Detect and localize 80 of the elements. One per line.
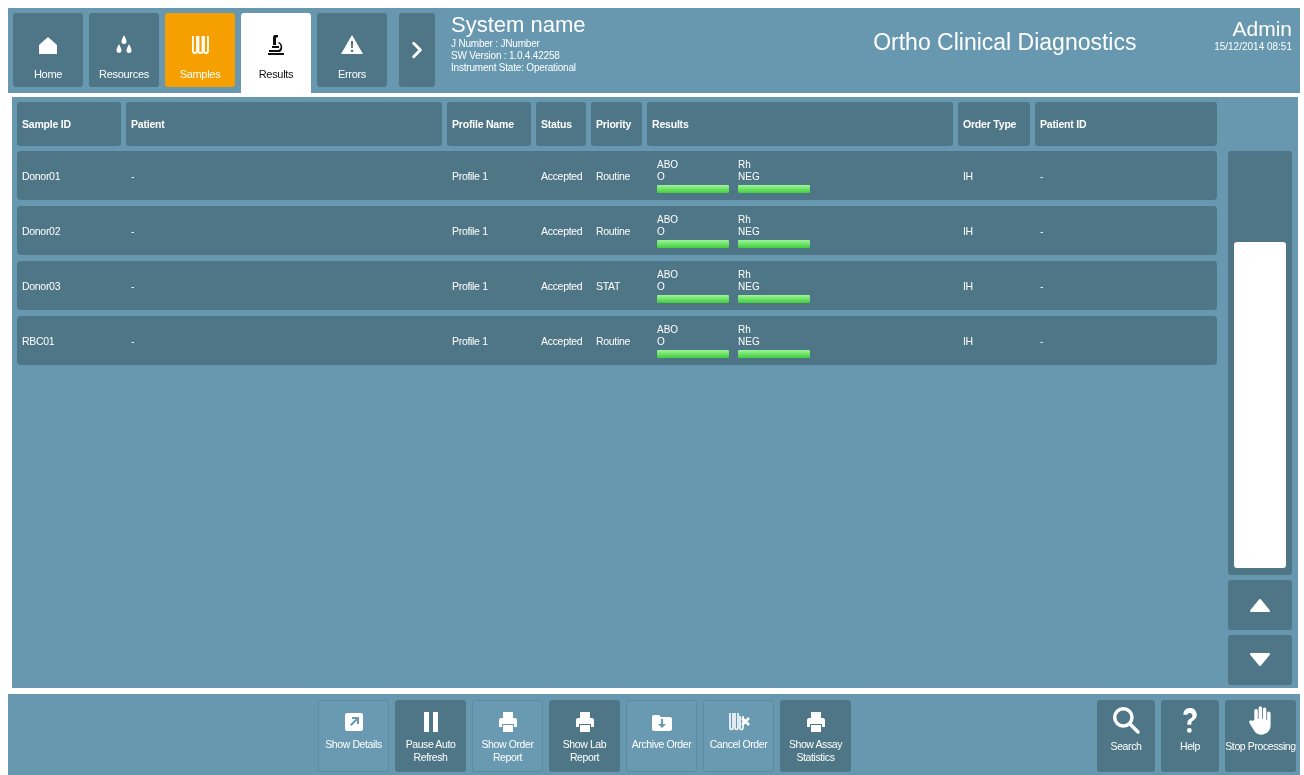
table-cell: - [1040, 224, 1044, 237]
next-button[interactable] [399, 13, 435, 87]
column-header[interactable]: Sample ID [17, 102, 121, 146]
result-name: ABO [657, 323, 680, 336]
action-button[interactable]: Show Assay Statistics [780, 700, 851, 772]
result-value: O [657, 335, 666, 348]
system-name: System name [451, 12, 586, 38]
table-cell: IH [963, 334, 973, 347]
table-cell: Routine [596, 224, 631, 237]
column-header[interactable]: Order Type [958, 102, 1030, 146]
nav-tab[interactable]: Errors [317, 13, 387, 87]
result-name: ABO [657, 268, 680, 281]
action-button[interactable]: Pause Auto Refresh [395, 700, 466, 772]
column-header[interactable]: Patient [126, 102, 442, 146]
system-button[interactable]: Search [1097, 700, 1155, 772]
result-value: O [657, 170, 666, 183]
result-value: O [657, 225, 666, 238]
table-cell: STAT [596, 279, 621, 292]
table-cell: Accepted [541, 169, 583, 182]
table-cell: Profile 1 [452, 334, 488, 347]
result-value: NEG [738, 170, 761, 183]
scrollbar-thumb[interactable] [1234, 242, 1286, 568]
nav-tab[interactable]: Home [13, 13, 83, 87]
table-cell: - [1040, 169, 1044, 182]
date-time: 15/12/2014 08:51 [1214, 41, 1292, 52]
system-button[interactable]: Help [1161, 700, 1219, 772]
table-cell: - [131, 334, 135, 347]
scroll-up-button[interactable] [1228, 580, 1292, 630]
action-button[interactable]: Show Lab Report [549, 700, 620, 772]
table-cell: Donor01 [22, 169, 61, 182]
company-name: Ortho Clinical Diagnostics [873, 29, 1137, 55]
table-cell: Accepted [541, 224, 583, 237]
result-name: ABO [657, 213, 680, 226]
result-value: NEG [738, 225, 761, 238]
column-header[interactable]: Patient ID [1035, 102, 1217, 146]
nav-tab[interactable]: Results [241, 13, 311, 93]
user-name: Admin [1232, 17, 1292, 41]
table-cell: RBC01 [22, 334, 55, 347]
table-cell: Donor02 [22, 224, 61, 237]
table-cell: - [131, 224, 135, 237]
table-cell: IH [963, 279, 973, 292]
scroll-down-button[interactable] [1228, 635, 1292, 685]
table-cell: Accepted [541, 279, 583, 292]
column-header[interactable]: Profile Name [447, 102, 531, 146]
table-cell: - [1040, 279, 1044, 292]
table-row[interactable]: Donor02 - Profile 1 Accepted Routine ABO O Rh NEG IH - [17, 206, 1218, 255]
table-cell: Profile 1 [452, 279, 488, 292]
result-name: Rh [738, 158, 752, 171]
j-number: J Number : JNumber [451, 38, 541, 50]
column-header[interactable]: Results [647, 102, 953, 146]
table-cell: - [131, 169, 135, 182]
table-row[interactable]: Donor01 - Profile 1 Accepted Routine ABO O Rh NEG IH - [17, 151, 1218, 200]
table-cell: Routine [596, 169, 631, 182]
result-value: NEG [738, 335, 761, 348]
table-cell: Profile 1 [452, 224, 488, 237]
sw-version: SW Version : 1.0.4.42258 [451, 50, 561, 62]
table-cell: - [131, 279, 135, 292]
result-value: NEG [738, 280, 761, 293]
table-row[interactable]: RBC01 - Profile 1 Accepted Routine ABO O Rh NEG IH - [17, 316, 1218, 365]
warning-icon [340, 33, 364, 57]
table-cell: IH [963, 169, 973, 182]
result-value: O [657, 280, 666, 293]
column-header[interactable]: Status [536, 102, 586, 146]
table-cell: Donor03 [22, 279, 61, 292]
instrument-state: Instrument State: Operational [451, 62, 577, 74]
column-header[interactable]: Priority [591, 102, 642, 146]
nav-tab[interactable]: Resources [89, 13, 159, 87]
table-cell: Routine [596, 334, 631, 347]
table-cell: Profile 1 [452, 169, 488, 182]
table-cell: - [1040, 334, 1044, 347]
table-cell: Accepted [541, 334, 583, 347]
table-cell: IH [963, 224, 973, 237]
search-icon [1110, 704, 1142, 736]
result-name: Rh [738, 323, 752, 336]
table-row[interactable]: Donor03 - Profile 1 Accepted STAT ABO O Rh NEG IH - [17, 261, 1218, 310]
result-name: Rh [738, 213, 752, 226]
system-button[interactable]: Stop Processing [1225, 700, 1296, 772]
result-name: Rh [738, 268, 752, 281]
result-name: ABO [657, 158, 680, 171]
scrollbar-track[interactable] [1228, 151, 1292, 575]
